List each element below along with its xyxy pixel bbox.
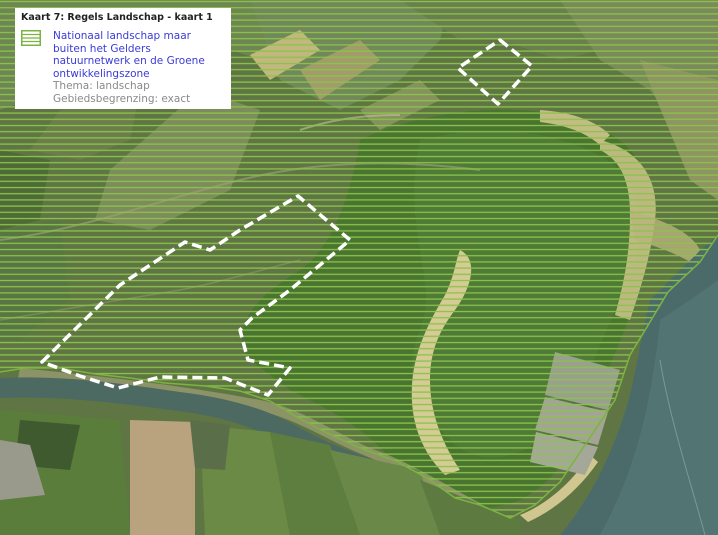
legend-item-label[interactable]: Nationaal landschap maar buiten het Geld… [53, 30, 225, 80]
legend-item-theme: Thema: landschap [53, 80, 150, 92]
horizontal-hatch-icon [21, 30, 41, 46]
legend-item[interactable]: Nationaal landschap maar buiten het Geld… [21, 30, 225, 105]
map-legend: Kaart 7: Regels Landschap - kaart 1 Nati… [15, 8, 231, 109]
legend-item-boundary: Gebiedsbegrenzing: exact [53, 92, 191, 105]
map-title: Kaart 7: Regels Landschap - kaart 1 [21, 12, 213, 23]
map-view[interactable]: Kaart 7: Regels Landschap - kaart 1 Nati… [0, 0, 718, 535]
